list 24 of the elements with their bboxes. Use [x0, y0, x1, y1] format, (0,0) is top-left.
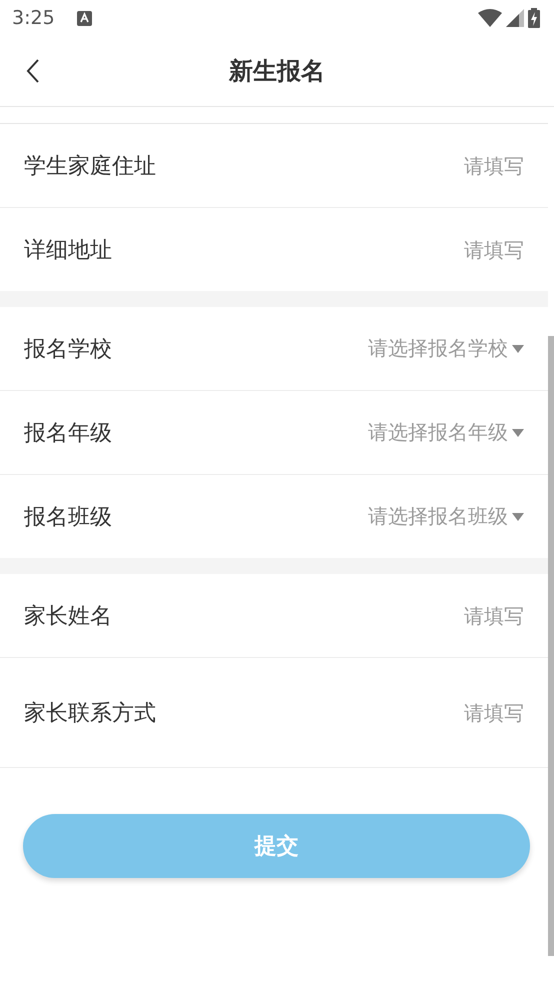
wifi-icon — [478, 9, 502, 27]
field-label: 学生家庭住址 — [24, 152, 156, 180]
battery-icon — [528, 8, 540, 28]
field-label: 详细地址 — [24, 236, 112, 264]
signal-icon — [506, 9, 524, 27]
dropdown-icon — [512, 512, 524, 520]
dropdown-icon — [512, 344, 524, 352]
dropdown-select[interactable]: 请选择报名学校 — [368, 331, 524, 366]
input-field[interactable]: 请填写 — [112, 600, 524, 632]
page-title: 新生报名 — [229, 56, 325, 87]
input-field[interactable]: 请填写 — [112, 234, 524, 266]
input-field[interactable]: 请填写 — [156, 696, 524, 728]
dropdown-select[interactable]: 请选择报名年级 — [368, 415, 524, 450]
dropdown-select[interactable]: 请选择报名班级 — [368, 499, 524, 534]
dropdown-icon — [512, 428, 524, 436]
field-label: 报名年级 — [24, 420, 112, 448]
field-label: 报名班级 — [24, 504, 112, 532]
back-icon — [26, 59, 40, 83]
status-time: 3:25 — [12, 7, 55, 29]
field-label: 家长联系方式 — [24, 700, 156, 728]
field-label: 报名学校 — [24, 336, 112, 364]
field-label: 家长姓名 — [24, 602, 112, 630]
notification-icon — [76, 10, 92, 26]
input-field[interactable]: 请填写 — [156, 150, 524, 182]
